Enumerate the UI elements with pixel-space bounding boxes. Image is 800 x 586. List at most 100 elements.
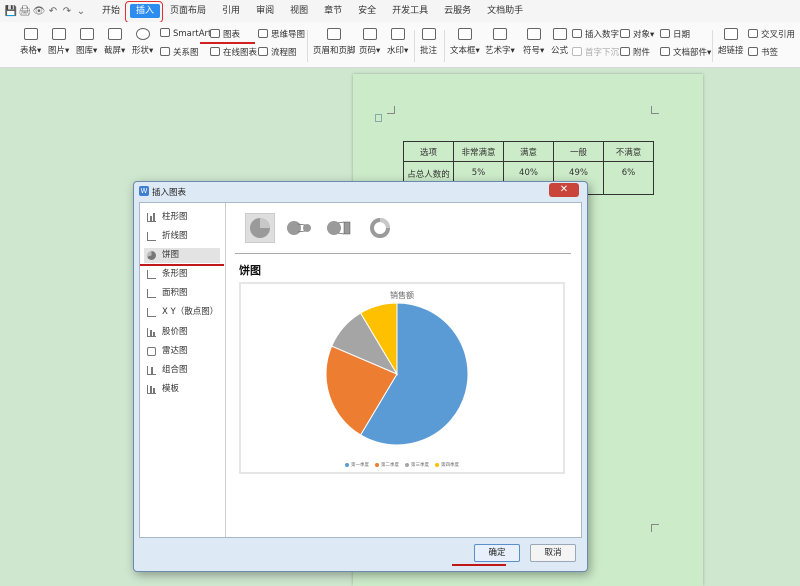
tab-cloud[interactable]: 云服务 xyxy=(436,0,479,22)
textbox-button[interactable]: 文本框▾ xyxy=(450,28,480,56)
subtype-doughnut[interactable] xyxy=(365,213,395,243)
print-icon[interactable]: 🖨 xyxy=(18,6,32,17)
category-template[interactable]: 模板 xyxy=(144,382,220,397)
header-footer-label: 页眉和页脚 xyxy=(313,46,356,56)
ribbon-separator xyxy=(414,30,415,62)
preview-icon[interactable]: 👁 xyxy=(32,6,46,17)
doc-parts-button[interactable]: 文档部件▾ xyxy=(660,46,711,58)
symbol-button[interactable]: 符号▾ xyxy=(523,28,544,56)
tab-doc-assistant[interactable]: 文档助手 xyxy=(479,0,531,22)
tab-insert[interactable]: 插入 xyxy=(128,0,162,22)
category-bar[interactable]: 条形图 xyxy=(144,267,220,282)
ribbon-separator xyxy=(712,30,713,62)
bookmark-icon xyxy=(748,47,758,56)
category-label: 柱形图 xyxy=(162,212,188,222)
mindmap-button[interactable]: 思维导图 xyxy=(258,28,305,40)
first-drop-button[interactable]: 首字下沉 xyxy=(572,46,619,58)
watermark-button[interactable]: 水印▾ xyxy=(387,28,408,56)
relation-label: 关系图 xyxy=(173,48,199,58)
category-combo[interactable]: 组合图 xyxy=(144,363,220,378)
date-button[interactable]: 日期 xyxy=(660,28,690,40)
hyperlink-button[interactable]: 超链接 xyxy=(718,28,744,56)
radar-chart-icon xyxy=(147,347,156,356)
insert-number-button[interactable]: 插入数字 xyxy=(572,28,619,40)
tab-security[interactable]: 安全 xyxy=(350,0,384,22)
chart-preview: 销售额 第一季度 第二季度 第三季度 第四季度 xyxy=(239,282,565,474)
quick-access-toolbar: 💾 🖨 👁 ↶ ↷ ⌄ xyxy=(4,6,88,17)
category-label: 组合图 xyxy=(162,365,188,375)
calendar-icon xyxy=(660,29,670,38)
shape-button[interactable]: 形状▾ xyxy=(132,28,153,56)
table-cell[interactable]: 非常满意 xyxy=(453,141,504,162)
tab-review[interactable]: 审阅 xyxy=(248,0,282,22)
category-line[interactable]: 折线图 xyxy=(144,229,220,244)
attachment-button[interactable]: 附件 xyxy=(620,46,650,58)
table-cell[interactable]: 一般 xyxy=(553,141,604,162)
table-button[interactable]: 表格▾ xyxy=(20,28,41,56)
header-footer-button[interactable]: 页眉和页脚 xyxy=(313,28,356,56)
picture-icon xyxy=(51,28,66,40)
tab-page-layout[interactable]: 页面布局 xyxy=(162,0,214,22)
wordart-button[interactable]: 艺术字▾ xyxy=(485,28,515,56)
smartart-button[interactable]: SmartArt xyxy=(160,28,211,39)
table-icon xyxy=(23,28,38,40)
flowchart-button[interactable]: 流程图 xyxy=(258,46,297,58)
subtype-bar-of-pie[interactable] xyxy=(325,213,355,243)
subtype-pie-of-pie[interactable] xyxy=(285,213,315,243)
customize-icon[interactable]: ⌄ xyxy=(74,6,88,17)
page-number-button[interactable]: 页码▾ xyxy=(359,28,380,56)
watermark-label: 水印▾ xyxy=(387,46,409,56)
gallery-icon xyxy=(79,28,94,40)
chart-button[interactable]: 图表 xyxy=(210,28,240,40)
margin-corner xyxy=(651,106,659,114)
screenshot-button[interactable]: 截屏▾ xyxy=(104,28,125,56)
close-button[interactable]: ✕ xyxy=(549,183,579,197)
relation-button[interactable]: 关系图 xyxy=(160,46,199,58)
tab-developer[interactable]: 开发工具 xyxy=(384,0,436,22)
relation-icon xyxy=(160,47,170,56)
legend-item: 第二季度 xyxy=(375,462,399,468)
ok-button[interactable]: 确定 xyxy=(474,544,520,562)
object-button[interactable]: 对象▾ xyxy=(620,28,654,40)
formula-button[interactable]: 公式 xyxy=(551,28,568,56)
gallery-button[interactable]: 图库▾ xyxy=(76,28,97,56)
category-stock[interactable]: 股价图 xyxy=(144,325,220,340)
category-area[interactable]: 面积图 xyxy=(144,286,220,301)
cross-ref-button[interactable]: 交叉引用 xyxy=(748,28,795,40)
category-radar[interactable]: 雷达图 xyxy=(144,344,220,359)
scissors-icon xyxy=(107,28,122,40)
comment-button[interactable]: 批注 xyxy=(420,28,437,56)
object-label: 对象▾ xyxy=(633,30,655,40)
doughnut-icon xyxy=(370,218,390,238)
number-icon xyxy=(572,29,582,38)
shape-icon xyxy=(135,28,150,40)
tab-section[interactable]: 章节 xyxy=(316,0,350,22)
category-column[interactable]: 柱形图 xyxy=(144,210,220,225)
table-cell[interactable]: 6% xyxy=(603,161,654,195)
hyperlink-label: 超链接 xyxy=(718,46,744,56)
tab-references[interactable]: 引用 xyxy=(214,0,248,22)
redo-icon[interactable]: ↷ xyxy=(60,6,74,17)
picture-button[interactable]: 图片▾ xyxy=(48,28,69,56)
table-cell[interactable]: 满意 xyxy=(503,141,554,162)
dialog-body: 柱形图 折线图 饼图 条形图 面积图 X Y（散点图） 股价图 雷达图 组合图 … xyxy=(139,202,582,538)
save-icon[interactable]: 💾 xyxy=(4,6,18,17)
insert-number-label: 插入数字 xyxy=(585,30,620,40)
tab-view[interactable]: 视图 xyxy=(282,0,316,22)
pie-selection-underline xyxy=(140,264,224,266)
first-drop-label: 首字下沉 xyxy=(585,48,620,58)
category-pie[interactable]: 饼图 xyxy=(144,248,220,263)
bookmark-button[interactable]: 书签 xyxy=(748,46,778,58)
cancel-button[interactable]: 取消 xyxy=(530,544,576,562)
undo-icon[interactable]: ↶ xyxy=(46,6,60,17)
attachment-label: 附件 xyxy=(633,48,651,58)
tab-home[interactable]: 开始 xyxy=(94,0,128,22)
category-scatter[interactable]: X Y（散点图） xyxy=(144,305,220,320)
subtype-pie[interactable] xyxy=(245,213,275,243)
template-icon xyxy=(147,385,156,394)
legend-item: 第三季度 xyxy=(405,462,429,468)
dialog-title: 插入图表 xyxy=(152,188,187,198)
online-chart-button[interactable]: 在线图表 xyxy=(210,46,257,58)
table-cell[interactable]: 不满意 xyxy=(603,141,654,162)
table-cell[interactable]: 选项 xyxy=(403,141,454,162)
